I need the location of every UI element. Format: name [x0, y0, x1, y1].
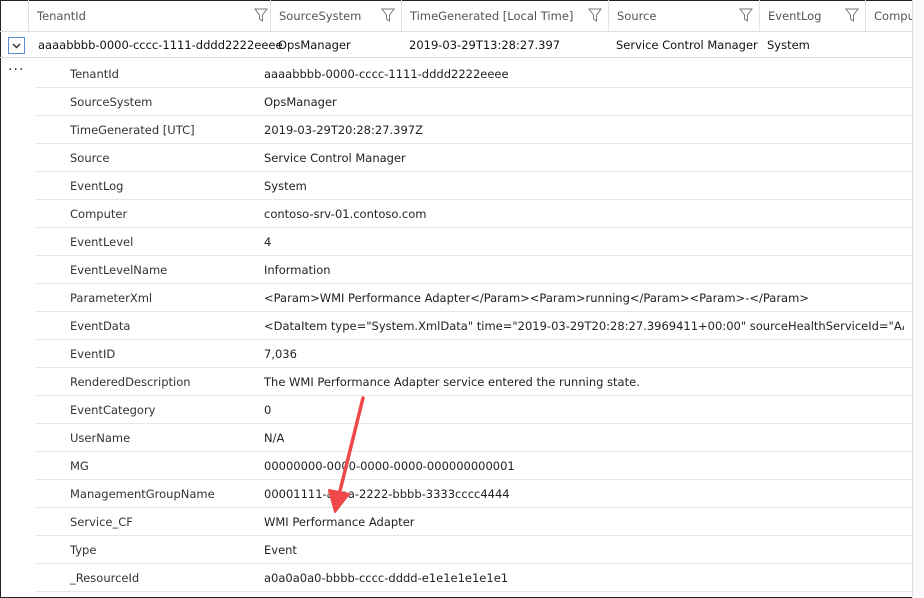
detail-row: Computer contoso-srv-01.contoso.com [36, 200, 912, 228]
detail-label: Service_CF [70, 515, 133, 529]
detail-value: 0 [264, 403, 272, 417]
cell-sourcesystem: OpsManager [278, 38, 351, 52]
detail-label: Computer [70, 207, 128, 221]
detail-value: a0a0a0a0-bbbb-cccc-dddd-e1e1e1e1e1e1 [264, 571, 509, 585]
detail-value: contoso-srv-01.contoso.com [264, 207, 427, 221]
detail-value: 7,036 [264, 347, 297, 361]
cell-timegenerated: 2019-03-29T13:28:27.397 [409, 38, 561, 52]
detail-label: TenantId [70, 67, 119, 81]
detail-value: WMI Performance Adapter [264, 515, 415, 529]
table-row[interactable]: aaaabbbb-0000-cccc-1111-dddd2222eeee Ops… [0, 32, 924, 58]
detail-row: UserName N/A [36, 424, 912, 452]
detail-label: EventLevelName [70, 263, 168, 277]
detail-label: UserName [70, 431, 131, 445]
column-header-eventlog[interactable]: EventLog [759, 0, 865, 32]
detail-value: Service Control Manager [264, 151, 406, 165]
detail-label: EventData [70, 319, 131, 333]
filter-icon[interactable] [588, 8, 602, 22]
detail-row: EventCategory 0 [36, 396, 912, 424]
filter-icon[interactable] [845, 8, 859, 22]
detail-value: OpsManager [264, 95, 337, 109]
column-header-computer[interactable]: Compute [865, 0, 912, 32]
cell-tenantid: aaaabbbb-0000-cccc-1111-dddd2222eeee [38, 38, 283, 52]
filter-icon[interactable] [254, 8, 268, 22]
chevron-down-icon [12, 43, 21, 49]
detail-label: TimeGenerated [UTC] [70, 123, 195, 137]
detail-row: EventID 7,036 [36, 340, 912, 368]
column-header-sourcesystem[interactable]: SourceSystem [270, 0, 401, 32]
detail-label: RenderedDescription [70, 375, 191, 389]
detail-row: EventLevelName Information [36, 256, 912, 284]
detail-row: TenantId aaaabbbb-0000-cccc-1111-dddd2222… [36, 60, 912, 88]
detail-value: The WMI Performance Adapter service ente… [264, 375, 640, 389]
detail-row: RenderedDescription The WMI Performance A… [36, 368, 912, 396]
column-header-source[interactable]: Source [608, 0, 759, 32]
detail-row: _ResourceId a0a0a0a0-bbbb-cccc-dddd-e1e1e… [36, 564, 912, 592]
detail-row: SourceSystem OpsManager [36, 88, 912, 116]
cell-source: Service Control Manager [616, 38, 758, 52]
detail-label: Source [70, 151, 110, 165]
filter-icon[interactable] [381, 8, 395, 22]
column-label: SourceSystem [279, 9, 362, 23]
more-options-icon[interactable]: ··· [8, 62, 24, 78]
detail-label: SourceSystem [70, 95, 153, 109]
column-label: Source [617, 9, 657, 23]
detail-label: EventID [70, 347, 116, 361]
detail-value: 00000000-0000-0000-0000-000000000001 [264, 459, 515, 473]
detail-value: <DataItem type="System.XmlData" time="20… [264, 319, 904, 333]
detail-value: <Param>WMI Performance Adapter</Param><P… [264, 291, 809, 305]
detail-label: ParameterXml [70, 291, 153, 305]
detail-label: EventCategory [70, 403, 156, 417]
detail-label: _ResourceId [70, 571, 140, 585]
column-label: TenantId [37, 9, 86, 23]
detail-row: Type Event [36, 536, 912, 564]
detail-label: MG [70, 459, 89, 473]
detail-value: 4 [264, 235, 272, 249]
expand-row-button[interactable] [8, 37, 25, 54]
detail-row: ManagementGroupName 00001111-aaaa-2222-bb… [36, 480, 912, 508]
scrollbar[interactable] [912, 0, 924, 598]
detail-row: TimeGenerated [UTC] 2019-03-29T20:28:27.3… [36, 116, 912, 144]
detail-label: EventLog [70, 179, 124, 193]
detail-value: Information [264, 263, 331, 277]
detail-row: Source Service Control Manager [36, 144, 912, 172]
column-header-tenantid[interactable]: TenantId [28, 0, 274, 32]
column-header-timegenerated[interactable]: TimeGenerated [Local Time] [401, 0, 608, 32]
detail-row: EventLog System [36, 172, 912, 200]
column-label: TimeGenerated [Local Time] [410, 9, 574, 23]
detail-value: 00001111-aaaa-2222-bbbb-3333cccc4444 [264, 487, 510, 501]
detail-row: Service_CF WMI Performance Adapter [36, 508, 912, 536]
column-label: EventLog [768, 9, 822, 23]
detail-label: ManagementGroupName [70, 487, 215, 501]
detail-value: Event [264, 543, 297, 557]
detail-row: EventData <DataItem type="System.XmlData"… [36, 312, 912, 340]
detail-row: ParameterXml <Param>WMI Performance Adapt… [36, 284, 912, 312]
detail-value: System [264, 179, 307, 193]
cell-eventlog: System [767, 38, 810, 52]
detail-label: Type [70, 543, 97, 557]
detail-value: N/A [264, 431, 285, 445]
detail-value: 2019-03-29T20:28:27.397Z [264, 123, 423, 137]
grid-header: TenantId SourceSystem TimeGenerated [Loc… [0, 0, 924, 32]
filter-icon[interactable] [739, 8, 753, 22]
detail-label: EventLevel [70, 235, 134, 249]
detail-row: EventLevel 4 [36, 228, 912, 256]
record-details: TenantId aaaabbbb-0000-cccc-1111-dddd2222… [36, 60, 912, 592]
detail-row: MG 00000000-0000-0000-0000-000000000001 [36, 452, 912, 480]
column-label: Compute [874, 9, 912, 23]
detail-value: aaaabbbb-0000-cccc-1111-dddd2222eeee [264, 67, 509, 81]
